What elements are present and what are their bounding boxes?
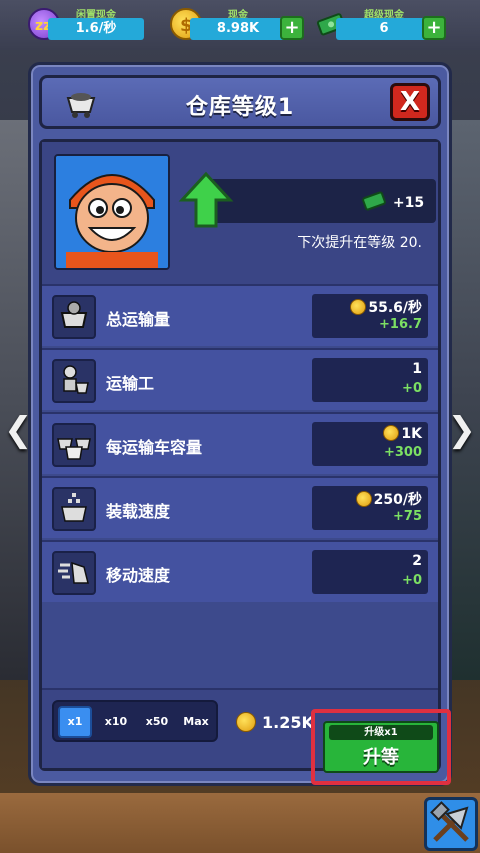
upgrade-button[interactable]: 升级x1 升等 (323, 721, 439, 773)
multiplier-x10[interactable]: x10 (98, 706, 134, 738)
coin-icon (350, 299, 367, 315)
total-transport-icon (52, 295, 96, 339)
stat-row-total-transport: 总运输量 55.6/秒 +16.7 (42, 284, 438, 346)
stat-value-box: 250/秒 +75 (312, 486, 428, 530)
warehouse-upgrade-panel: 仓库等级1 X +15 下次提升在等级 20. 总运输量 55.6/秒 +16.… (28, 62, 452, 786)
stat-label: 装载速度 (106, 502, 171, 521)
add-cash-button[interactable]: + (280, 16, 304, 40)
stat-delta: +300 (383, 445, 422, 460)
stat-label: 运输工 (106, 374, 155, 393)
upgrade-amount-label: 升级x1 (329, 725, 433, 740)
stat-value-box: 55.6/秒 +16.7 (312, 294, 428, 338)
build-tools-button[interactable] (424, 797, 478, 851)
stat-row-transporters: 运输工 1 +0 (42, 348, 438, 410)
stat-current-value: 250/秒 (355, 489, 422, 509)
panel-content: +15 下次提升在等级 20. 总运输量 55.6/秒 +16.7 运输工 1 … (39, 139, 441, 771)
stat-delta: +16.7 (379, 317, 422, 332)
coin-icon (236, 712, 256, 732)
next-boost-text: 下次提升在等级 20. (297, 235, 422, 251)
upgrade-cost: 1.25K (236, 712, 314, 732)
walking-speed-icon (52, 551, 96, 595)
reward-amount: +15 (392, 195, 425, 211)
stat-row-move-speed: 移动速度 2 +0 (42, 540, 438, 602)
cash-value: 8.98K (190, 18, 286, 40)
close-button[interactable]: X (390, 83, 430, 121)
idle-cash-value: 1.6/秒 (48, 18, 144, 40)
level-reward: +15 (362, 190, 424, 212)
stat-current-value: 1 (412, 361, 422, 377)
stat-label: 总运输量 (106, 310, 171, 329)
stat-delta: +0 (402, 573, 422, 588)
stat-delta: +0 (402, 381, 422, 396)
stat-row-loading-speed: 装载速度 250/秒 +75 (42, 476, 438, 538)
coin-icon (383, 425, 400, 441)
multiplier-x1[interactable]: x1 (58, 706, 92, 738)
stat-value-box: 2 +0 (312, 550, 428, 594)
stat-current-value: 55.6/秒 (350, 297, 422, 317)
stat-current-value: 2 (412, 553, 422, 569)
pickaxe-hammer-icon (430, 801, 469, 842)
stat-label: 每运输车容量 (106, 438, 203, 457)
stat-current-value: 1K (383, 425, 422, 442)
stat-delta: +75 (393, 509, 422, 524)
stat-value-box: 1K +300 (312, 422, 428, 466)
level-up-arrow-icon (178, 170, 234, 234)
cart-capacity-icon (52, 423, 96, 467)
upgrade-label: 升等 (363, 747, 399, 768)
coin-icon (355, 491, 372, 507)
stat-label: 移动速度 (106, 566, 171, 585)
super-cash-value: 6 (336, 18, 432, 40)
add-super-cash-button[interactable]: + (422, 16, 446, 40)
multiplier-selector: x1 x10 x50 Max (52, 700, 218, 742)
upgrade-button-highlight: 升级x1 升等 (311, 709, 451, 785)
resource-bar: zz 闲置现金 1.6/秒 $ 现金 8.98K + 超级现金 6 + (0, 0, 480, 50)
scene-ground (0, 793, 480, 853)
transporter-icon (52, 359, 96, 403)
multiplier-max[interactable]: Max (178, 706, 214, 738)
multiplier-x50[interactable]: x50 (138, 706, 176, 738)
super-cash-reward-icon (362, 191, 386, 211)
panel-header: 仓库等级1 X (39, 75, 441, 129)
manager-section: +15 下次提升在等级 20. (42, 142, 438, 284)
stat-row-capacity: 每运输车容量 1K +300 (42, 412, 438, 474)
loading-speed-icon (52, 487, 96, 531)
panel-title: 仓库等级1 (185, 95, 295, 120)
manager-avatar (54, 154, 170, 270)
stat-value-box: 1 +0 (312, 358, 428, 402)
